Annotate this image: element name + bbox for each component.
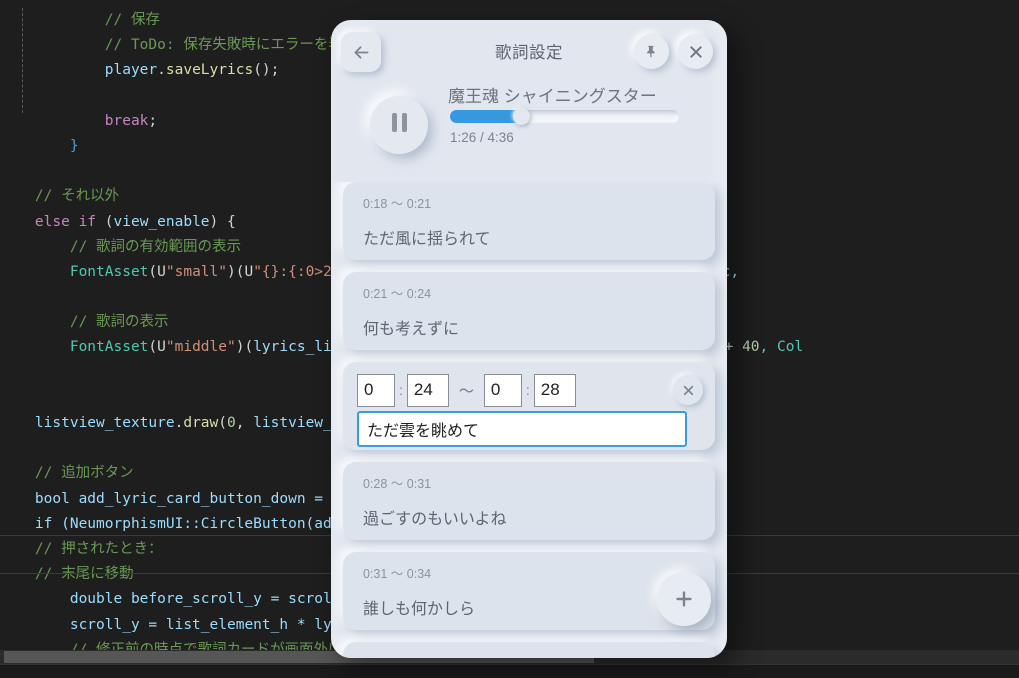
- close-icon: [682, 384, 695, 397]
- lyric-card-editing: : ～:: [343, 362, 715, 450]
- lyric-card[interactable]: 0:28 ～ 0:31 過ごすのもいいよね: [343, 462, 715, 540]
- app-root: // 保存 // ToDo: 保存失敗時にエラーを表示 player.saveL…: [0, 0, 1019, 678]
- editor-status-bar: [0, 664, 1019, 678]
- lyric-card-time: 0:34 ～ 0:37: [363, 653, 699, 658]
- lyric-card-time: 0:21 ～ 0:24: [363, 287, 432, 301]
- audio-player: 魔王魂 シャイニングスター 1:26 / 4:36: [331, 82, 727, 182]
- lyric-card-text: ただ風に揺られて: [363, 231, 491, 248]
- time-colon: :: [399, 382, 403, 398]
- lyric-text-input[interactable]: [357, 411, 687, 447]
- close-button[interactable]: [678, 34, 713, 69]
- modal-header: 歌詞設定: [331, 20, 727, 82]
- end-minute-input[interactable]: [483, 373, 522, 407]
- lyric-card[interactable]: 0:21 ～ 0:24 何も考えずに: [343, 272, 715, 350]
- close-icon: [688, 44, 704, 60]
- lyric-card[interactable]: 0:18 ～ 0:21 ただ風に揺られて: [343, 182, 715, 260]
- lyric-card-time: 0:18 ～ 0:21: [363, 197, 432, 211]
- pause-icon: [391, 113, 407, 137]
- lyric-card-time: 0:31 ～ 0:34: [363, 567, 432, 581]
- pin-icon: [644, 44, 659, 59]
- song-title: 魔王魂 シャイニングスター: [448, 87, 657, 106]
- playback-time: 1:26 / 4:36: [450, 130, 514, 145]
- end-second-input[interactable]: [533, 373, 576, 407]
- add-lyric-button[interactable]: [657, 572, 711, 626]
- lyric-card-time: 0:28 ～ 0:31: [363, 477, 432, 491]
- range-separator: ～: [458, 382, 474, 400]
- delete-lyric-button[interactable]: [673, 375, 703, 405]
- begin-minute-input[interactable]: [357, 373, 395, 407]
- lyric-card-text: 何も考えずに: [363, 321, 460, 338]
- seek-progress-fill: [450, 110, 521, 123]
- lyrics-settings-modal: 歌詞設定 魔王魂 シャイニングスター 1:26 / 4:36 0:18 ～ 0:…: [331, 20, 727, 658]
- plus-icon: [673, 588, 695, 610]
- play-pause-button[interactable]: [370, 96, 428, 154]
- lyric-card[interactable]: 0:34 ～ 0:37: [343, 642, 715, 658]
- pin-button[interactable]: [634, 34, 669, 69]
- seek-handle[interactable]: [512, 108, 530, 125]
- seek-slider[interactable]: [450, 108, 679, 125]
- time-range-row: : ～:: [357, 372, 703, 408]
- lyric-card-text: 誰しも何かしら: [363, 601, 476, 618]
- begin-second-input[interactable]: [406, 373, 449, 407]
- lyric-card-text: 過ごすのもいいよね: [363, 511, 507, 528]
- time-colon: :: [525, 382, 530, 398]
